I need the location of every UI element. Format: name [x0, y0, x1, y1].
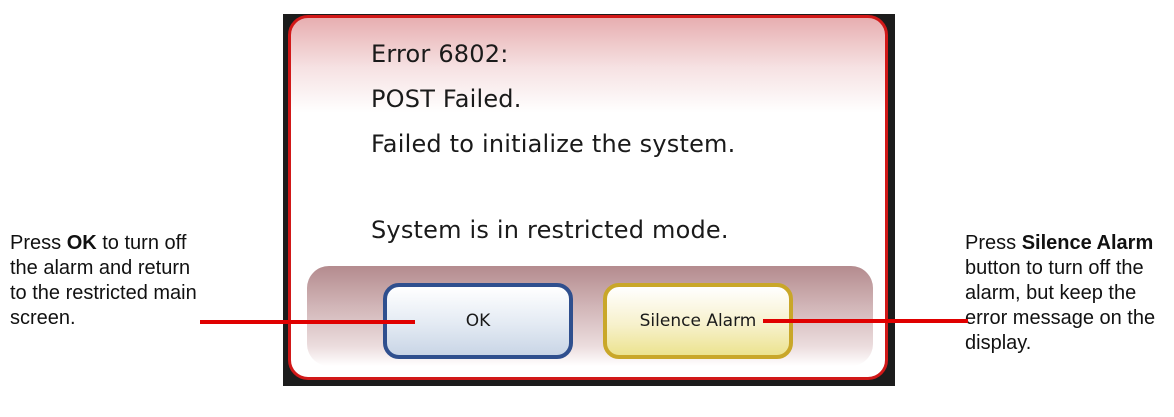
silence-callout-keyword: Silence Alarm	[1021, 232, 1154, 254]
silence-callout: Press Silence Alarm button to turn off t…	[965, 231, 1170, 356]
error-dialog: Error 6802: POST Failed. Failed to initi…	[288, 15, 888, 380]
silence-callout-leader-line	[763, 319, 968, 323]
ok-callout-keyword: OK	[66, 232, 97, 254]
restricted-mode-line: System is in restricted mode.	[371, 216, 729, 244]
error-code-line: Error 6802:	[371, 40, 509, 68]
silence-callout-text: button to turn off the alarm, but keep t…	[965, 257, 1156, 354]
error-status-line: POST Failed.	[371, 85, 522, 113]
ok-callout-prefix: Press	[10, 232, 67, 254]
ok-callout: Press OK to turn off the alarm and retur…	[10, 231, 210, 331]
silence-callout-prefix: Press	[965, 232, 1022, 254]
ok-callout-leader-line	[200, 320, 415, 324]
error-detail-line: Failed to initialize the system.	[371, 130, 736, 158]
